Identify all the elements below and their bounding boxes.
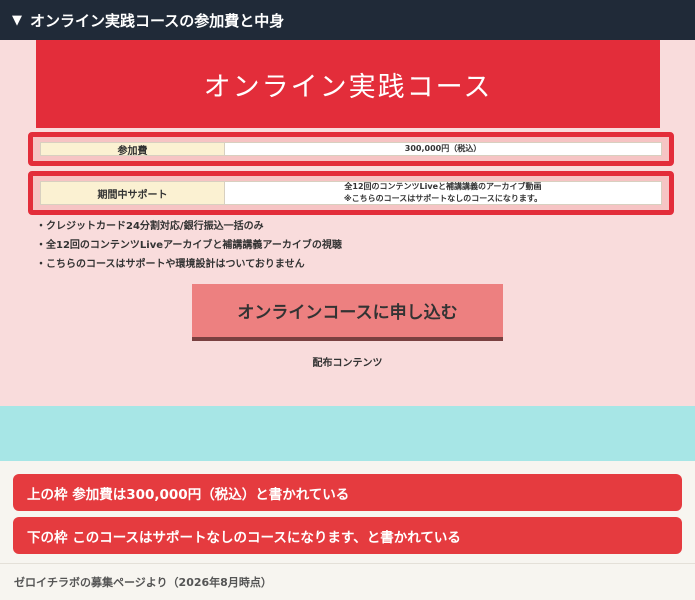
teal-band — [0, 406, 695, 461]
fee-value: 300,000円（税込） — [225, 143, 661, 155]
course-banner: オンライン実践コース — [36, 40, 660, 128]
section-title: オンライン実践コースの参加費と中身 — [30, 11, 285, 30]
fee-row-frame: 参加費 300,000円（税込） — [28, 132, 674, 166]
apply-online-course-button[interactable]: オンラインコースに申し込む — [192, 284, 503, 341]
course-bullet-list: クレジットカード24分割対応/銀行振込一括のみ 全12回のコンテンツLiveアー… — [36, 217, 342, 274]
fee-value-line: 300,000円（税込） — [404, 144, 482, 153]
triangle-down-icon: ▼ — [12, 12, 22, 28]
source-caption: ゼロイチラボの募集ページより（2026年8月時点） — [0, 563, 695, 600]
embedded-screenshot: オンライン実践コース 参加費 300,000円（税込） 期間中サポート 全12回… — [0, 40, 695, 461]
support-label: 期間中サポート — [41, 182, 225, 204]
support-value-line: 全12回のコンテンツLiveと補講講義のアーカイブ動画 — [344, 182, 542, 191]
section-toggle-header[interactable]: ▼ オンライン実践コースの参加費と中身 — [0, 0, 695, 40]
support-row-frame: 期間中サポート 全12回のコンテンツLiveと補講講義のアーカイブ動画 ※こちら… — [28, 171, 674, 215]
support-row: 期間中サポート 全12回のコンテンツLiveと補講講義のアーカイブ動画 ※こちら… — [40, 181, 662, 205]
fee-row: 参加費 300,000円（税込） — [40, 142, 662, 157]
banner-title: オンライン実践コース — [203, 71, 493, 103]
annotation-note-bottom: 下の枠 このコースはサポートなしのコースになります、と書かれている — [13, 517, 682, 554]
list-item: クレジットカード24分割対応/銀行振込一括のみ — [36, 217, 342, 236]
support-value-line: ※こちらのコースはサポートなしのコースになります。 — [343, 194, 543, 203]
distributed-content-caption: 配布コンテンツ — [312, 358, 383, 369]
support-value: 全12回のコンテンツLiveと補講講義のアーカイブ動画 ※こちらのコースはサポー… — [225, 182, 661, 204]
list-item: こちらのコースはサポートや環境設計はついておりません — [36, 255, 342, 274]
annotation-note-top: 上の枠 参加費は300,000円（税込）と書かれている — [13, 474, 682, 511]
list-item: 全12回のコンテンツLiveアーカイブと補講講義アーカイブの視聴 — [36, 236, 342, 255]
fee-label: 参加費 — [41, 143, 225, 157]
